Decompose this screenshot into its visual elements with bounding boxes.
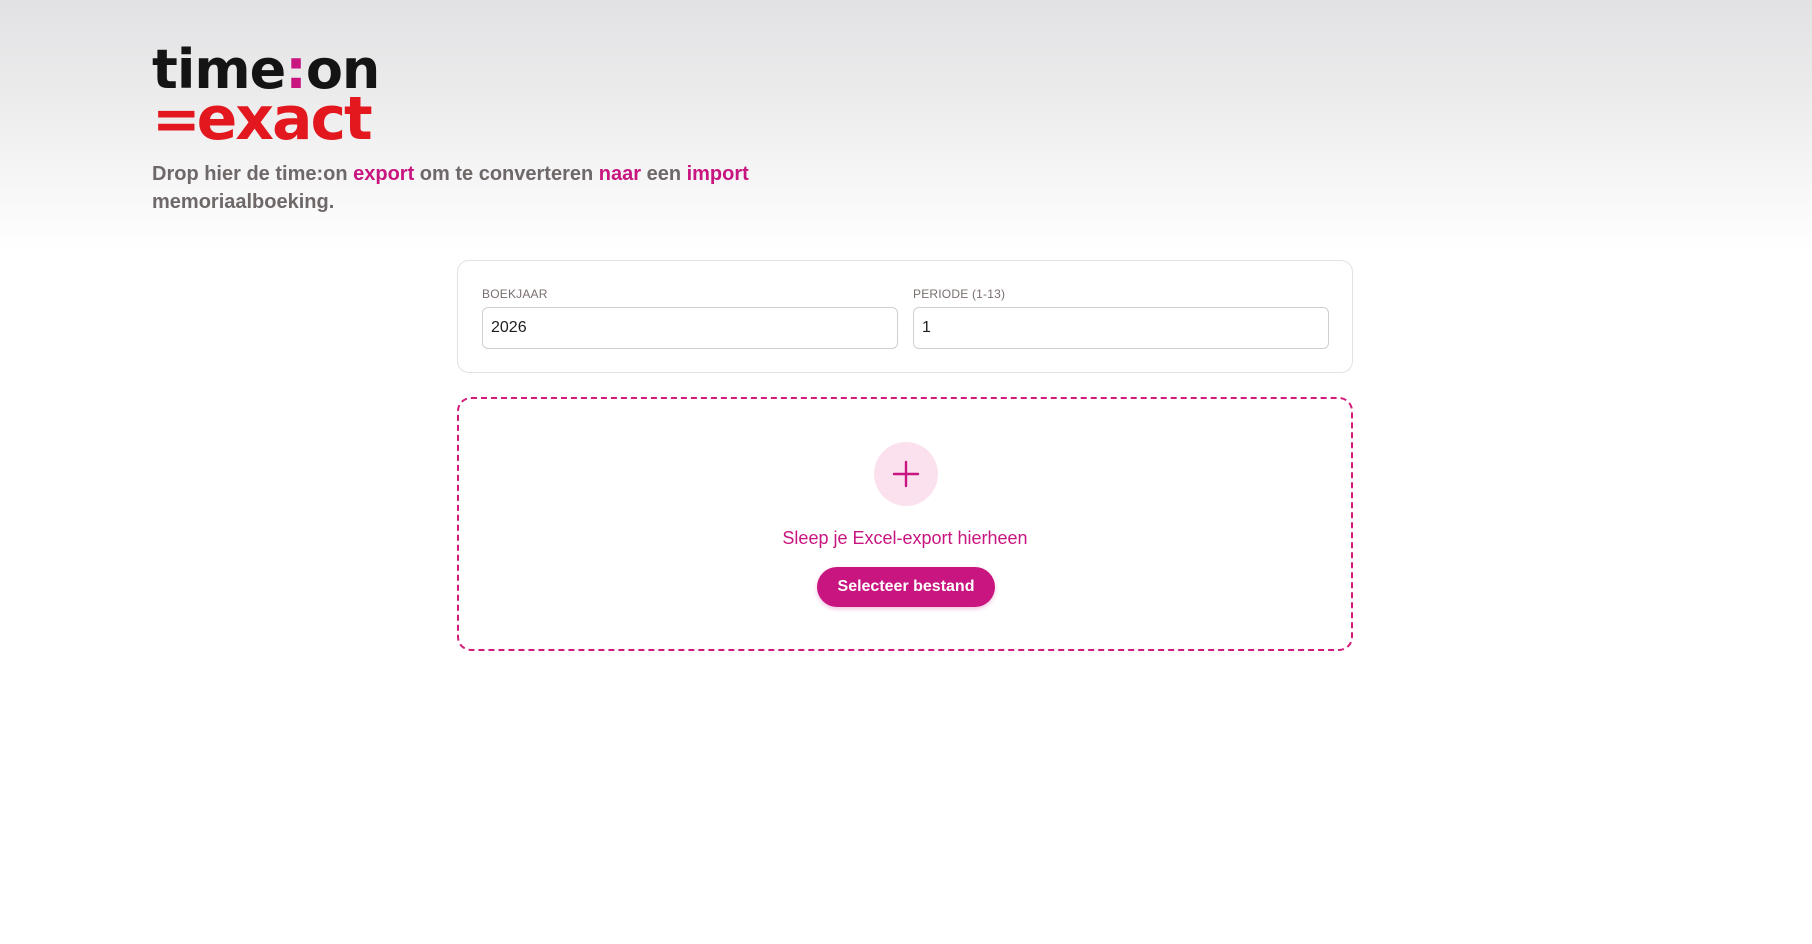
dropzone-instruction: Sleep je Excel-export hierheen [782,528,1028,548]
time-on-exact-logo: time:on =exact [152,42,380,151]
page-tagline: Drop hier de time:on export om te conver… [152,163,749,213]
plus-icon-glyph [892,460,920,488]
file-dropzone[interactable]: Sleep je Excel-export hierheen Selecteer… [457,397,1353,651]
boekjaar-label: BOEKJAAR [482,287,548,301]
logo-line-exact: =exact [152,84,373,154]
plus-icon [874,442,938,506]
periode-input[interactable] [913,307,1329,349]
boekjaar-field-group: BOEKJAAR [482,287,898,349]
tagline-highlight-import: import [686,163,749,185]
settings-card: BOEKJAAR PERIODE (1-13) [457,260,1353,373]
periode-label: PERIODE (1-13) [913,287,1006,301]
select-file-button[interactable]: Selecteer bestand [817,567,995,607]
tagline-highlight-naar: naar [598,163,642,185]
page: time:on =exact Drop hier de time:on expo… [0,0,1812,944]
tagline-highlight-export: export [353,163,415,185]
boekjaar-input[interactable] [482,307,898,349]
periode-field-group: PERIODE (1-13) [913,287,1329,349]
